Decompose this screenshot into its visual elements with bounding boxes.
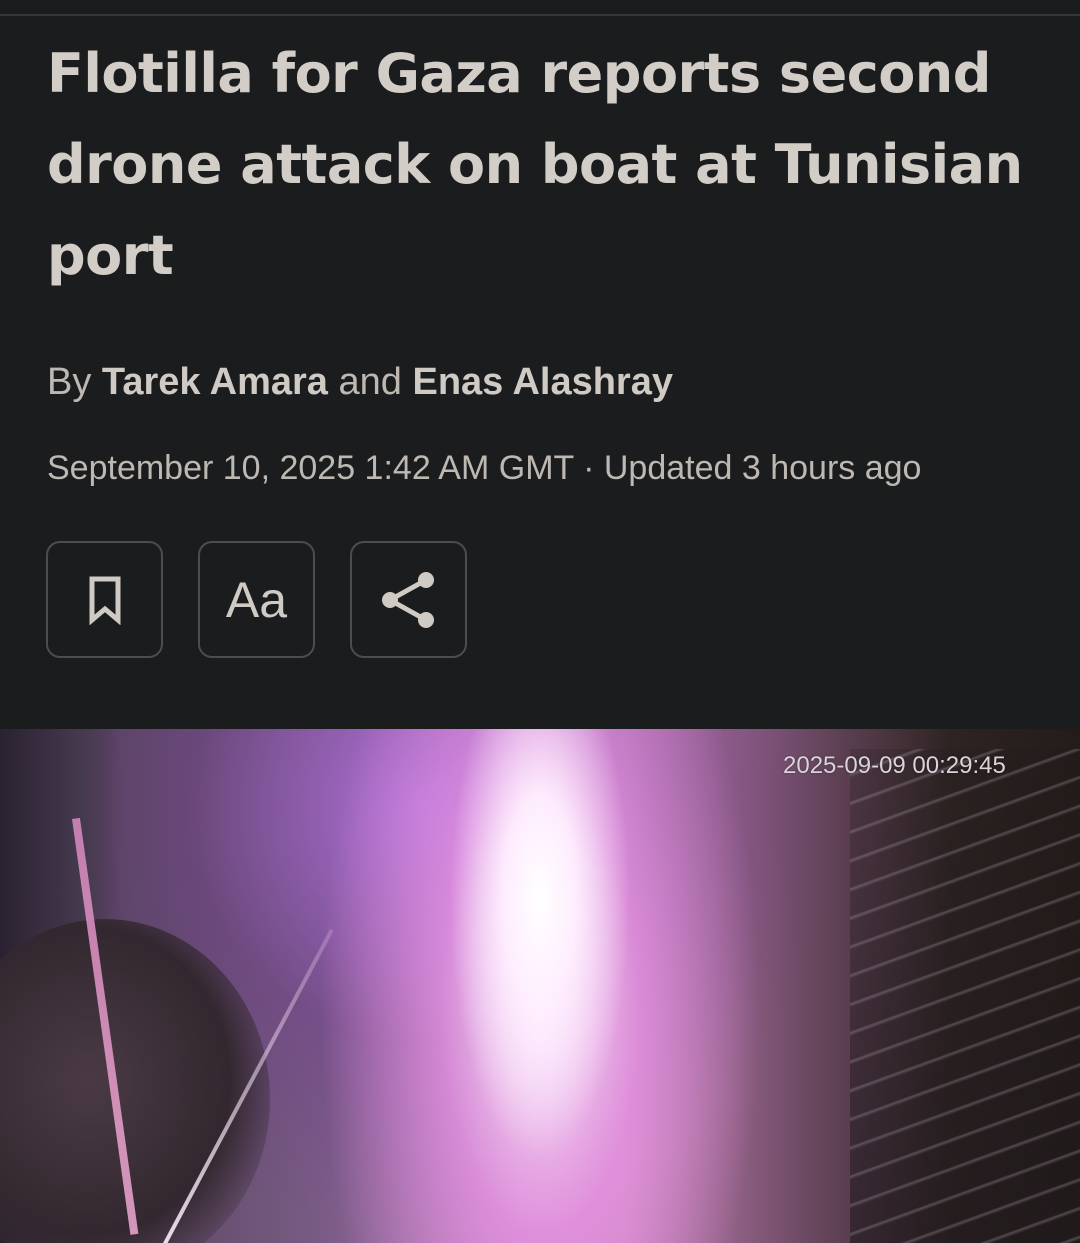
camera-timestamp: 2025-09-09 00:29:45 [783,752,1006,779]
article-dateline: September 10, 2025 1:42 AM GMT · Updated… [47,449,922,487]
byline-prefix: By [47,361,92,403]
hero-foreground-shadow [0,919,270,1243]
byline: By Tarek Amara and Enas Alashray [47,358,673,406]
byline-conjunction: and [338,361,402,403]
author-link-enas-alashray[interactable]: Enas Alashray [412,361,673,403]
font-size-button[interactable]: Aa [198,541,315,658]
hero-water [850,749,1080,1243]
article-actions: Aa [46,541,467,658]
author-link-tarek-amara[interactable]: Tarek Amara [102,361,328,403]
share-icon [381,571,434,628]
bookmark-button[interactable] [46,541,163,658]
bookmark-icon [89,576,120,625]
article-headline: Flotilla for Gaza reports second drone a… [47,42,1023,287]
hero-image[interactable]: 2025-09-09 00:29:45 [0,729,1080,1243]
share-button[interactable] [350,541,467,658]
font-size-label: Aa [225,571,288,628]
top-divider [0,14,1080,16]
